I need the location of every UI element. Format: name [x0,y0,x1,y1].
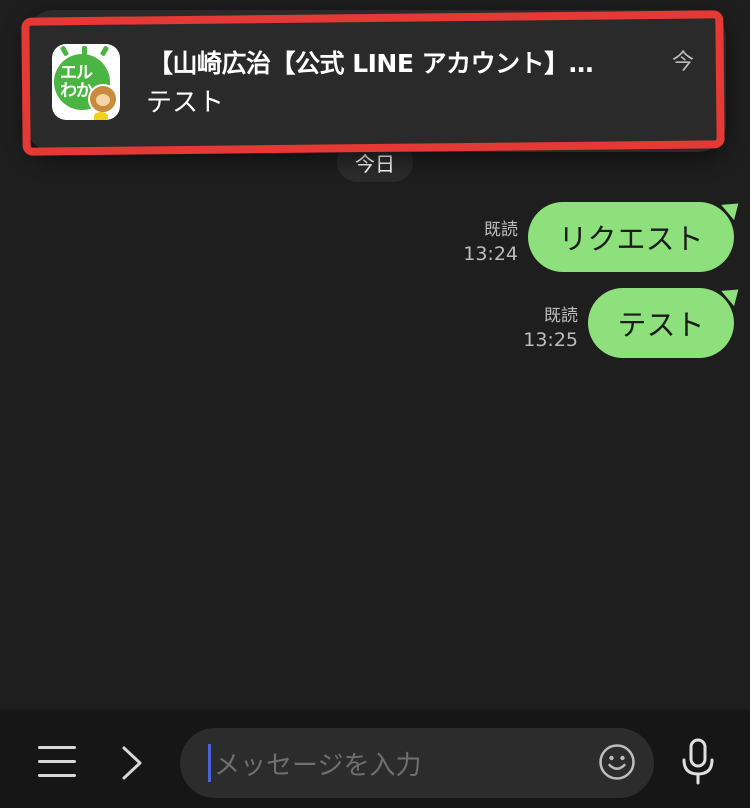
notification-time: 今 [672,50,695,75]
notification-body: テスト [146,88,225,118]
message-time: 13:25 [523,329,578,351]
message-text: テスト [617,308,705,342]
read-receipt: 既読 [484,220,518,240]
message-bubble[interactable]: リクエスト [528,202,734,272]
monkey-mascot [88,84,118,114]
app-icon: エル わか [52,44,120,120]
menu-icon[interactable] [38,746,76,778]
smiley-icon[interactable] [598,743,636,781]
message-bubble[interactable]: テスト [588,288,734,358]
microphone-icon[interactable] [680,738,716,786]
notification-banner[interactable] [26,10,726,152]
chevron-right-icon[interactable] [118,744,146,782]
message-meta: 既読 13:25 [510,304,578,352]
chat-screen: 今日 エル わか 【山崎広治【公式 LINE アカウント】… 今 テスト 既読 … [0,0,750,808]
message-meta: 既読 13:24 [450,218,518,266]
message-input-placeholder: メッセージを入力 [214,751,422,781]
text-caret [208,744,211,782]
message-text: リクエスト [558,222,704,256]
read-receipt: 既読 [544,306,578,326]
date-separator: 今日 [355,152,395,176]
message-time: 13:24 [463,243,518,265]
notification-title: 【山崎広治【公式 LINE アカウント】… [148,49,594,78]
app-icon-text-1: エル [60,63,93,83]
